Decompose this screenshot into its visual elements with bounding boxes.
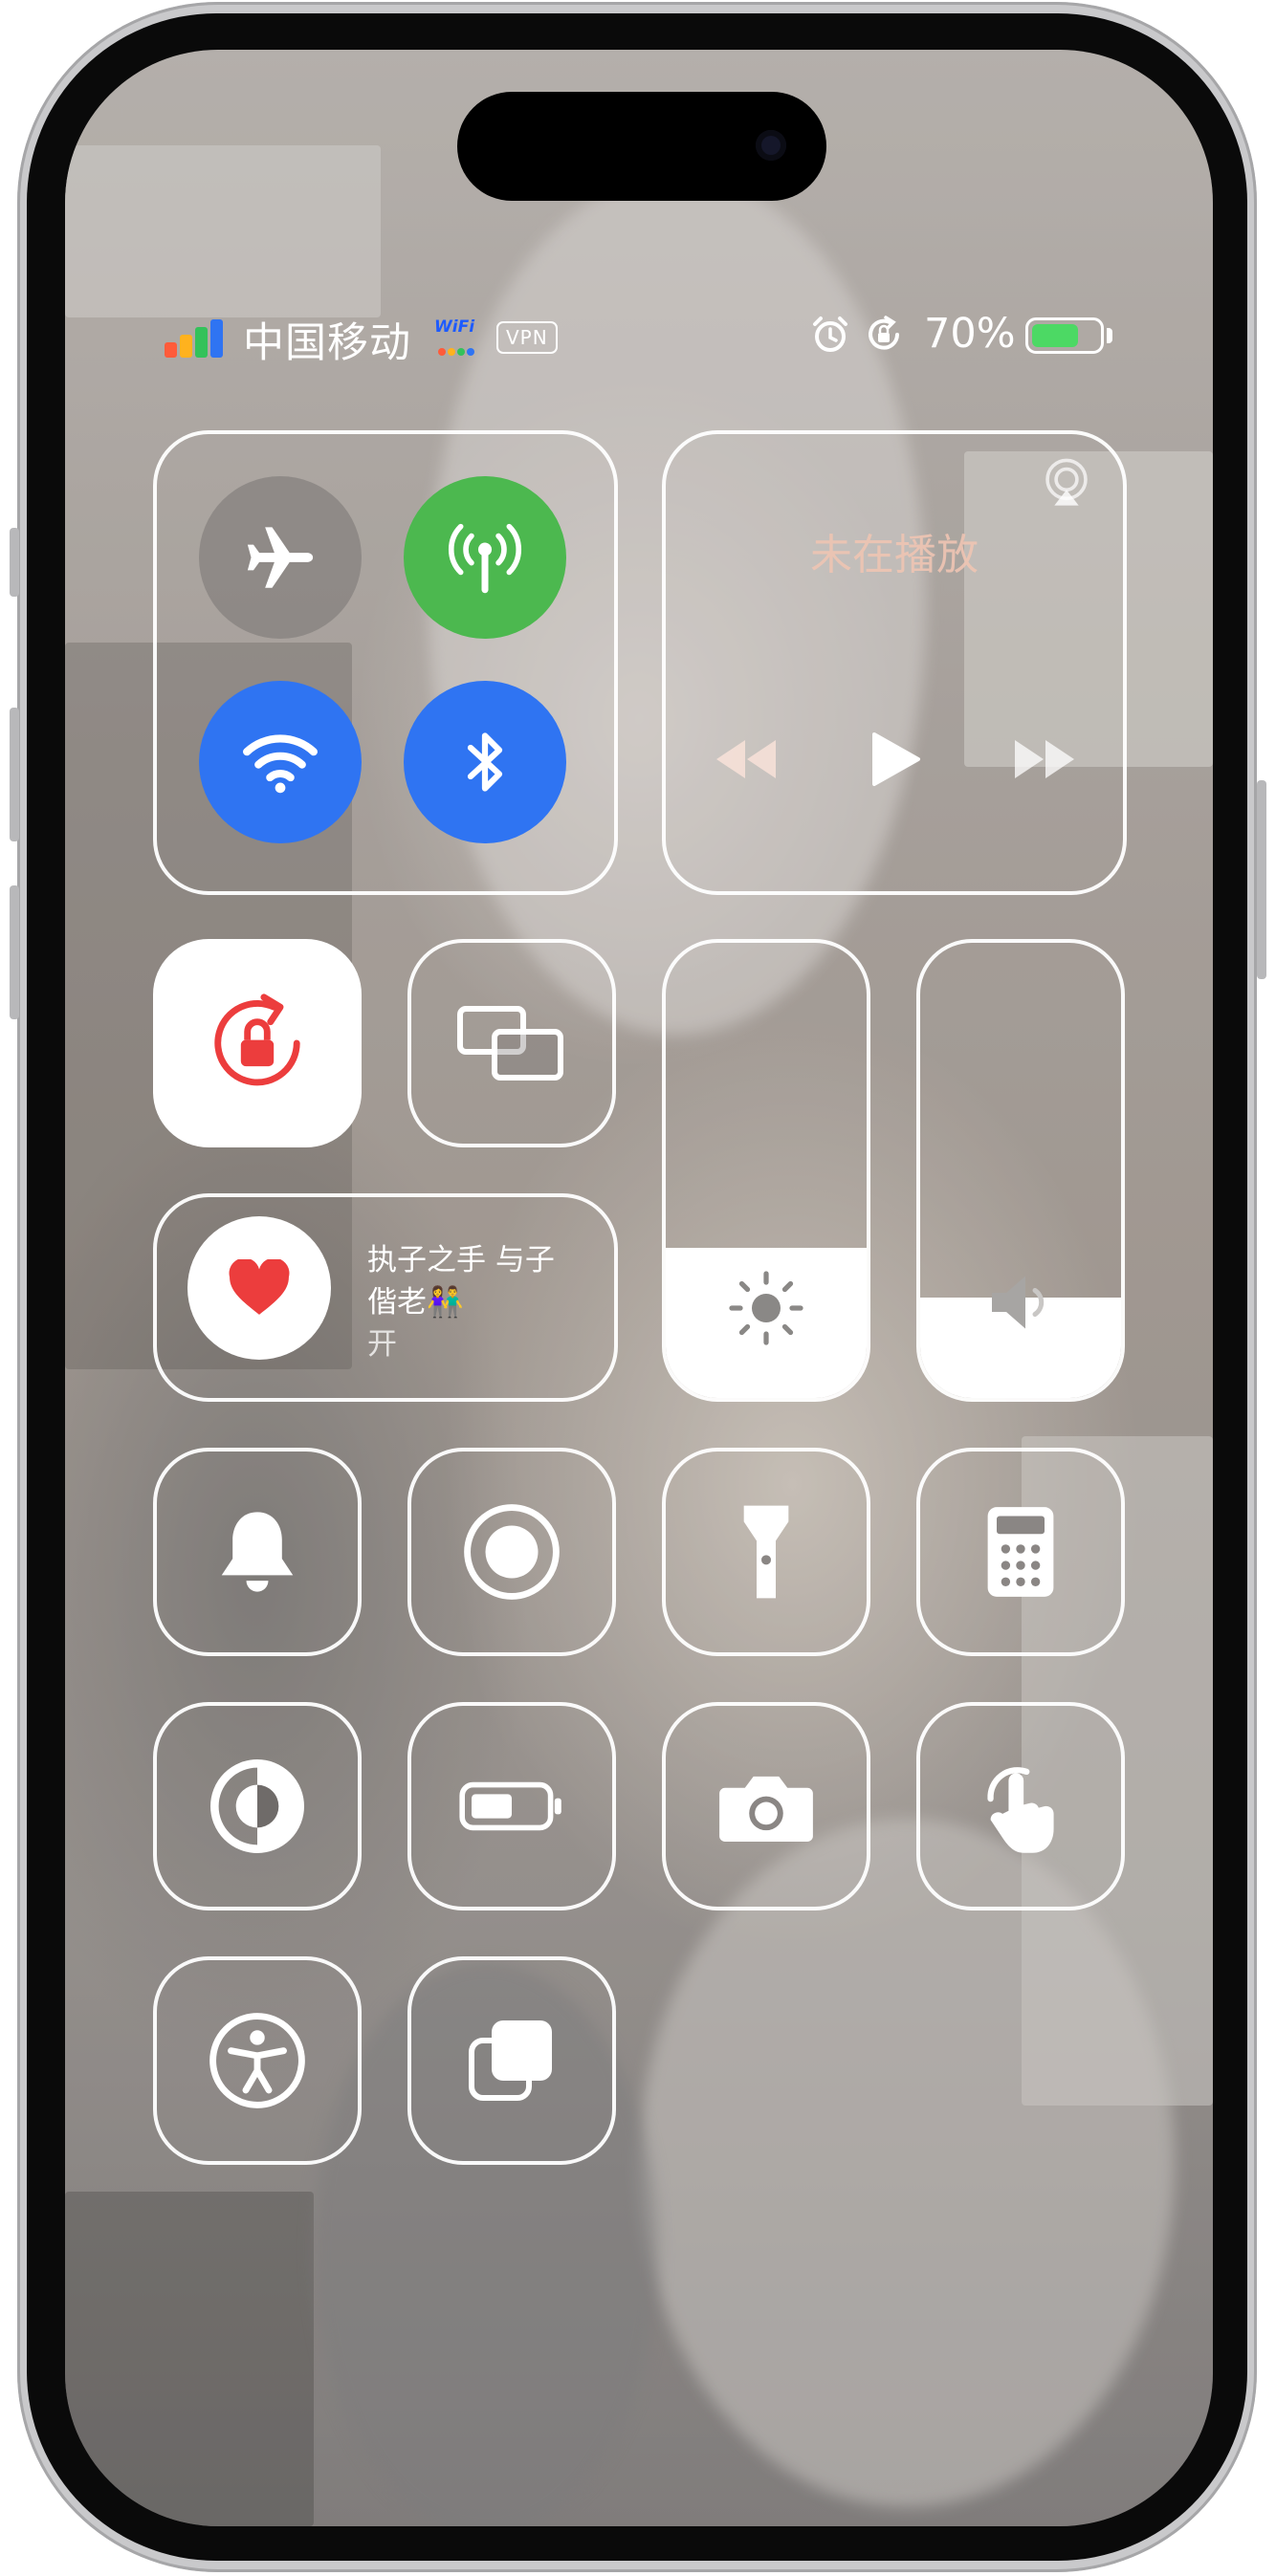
low-battery-icon [459,1781,561,1831]
battery-tip [1107,328,1112,343]
calculator-icon [987,1507,1054,1597]
focus-name: 执子之手 与子偕老👫 [367,1243,555,1320]
status-bar: 中国移动 WiFi VPN 70% [65,308,1213,367]
focus-state: 开 [367,1327,397,1362]
orientation-lock-icon [869,316,899,350]
brightness-slider[interactable] [662,939,870,1402]
volume-slider[interactable] [916,939,1125,1402]
orientation-lock-icon [214,993,300,1086]
airplane-mode-toggle[interactable] [199,476,362,639]
fast-forward-button[interactable] [1006,731,1083,788]
camera-button[interactable] [662,1702,870,1910]
rewind-icon [716,740,776,778]
camera-icon [719,1776,813,1843]
vpn-badge: VPN [496,321,558,354]
assistive-touch-button[interactable] [916,1702,1125,1910]
connectivity-module [153,430,618,895]
airplay-icon[interactable] [1039,455,1094,511]
bell-icon [221,1512,294,1592]
flashlight-icon [743,1505,789,1599]
now-playing-title: 未在播放 [810,531,979,579]
screen: 中国移动 WiFi VPN 70% 未在播放 执子之手 与子偕老👫 开 [65,50,1213,2526]
accessibility-button[interactable] [153,1956,362,2165]
wifi-toggle[interactable] [199,681,362,843]
low-power-mode-toggle[interactable] [407,1702,616,1910]
screen-mirroring-icon [457,1006,563,1081]
wifi-icon [243,734,318,794]
play-button[interactable] [857,731,934,788]
orientation-lock-toggle[interactable] [153,939,362,1147]
focus-icon-circle [187,1216,331,1360]
camera-lens-icon [756,130,786,161]
battery-level [1032,324,1078,347]
speaker-icon [992,1276,1045,1329]
hand-pointer-icon [987,1767,1054,1853]
flashlight-toggle[interactable] [662,1448,870,1656]
focus-tile[interactable]: 执子之手 与子偕老👫 开 [153,1193,618,1402]
wifi-calling-icon: WiFi [434,317,488,356]
stage-manager-button[interactable] [407,1956,616,2165]
signal-icon [165,319,237,358]
side-button[interactable] [1257,780,1266,979]
heart-icon [229,1259,290,1315]
alarm-icon [813,317,847,352]
airplane-icon [247,527,314,588]
dark-mode-icon [210,1759,304,1853]
calculator-button[interactable] [916,1448,1125,1656]
stage-manager-icon [469,2020,552,2101]
focus-label: 执子之手 与子偕老👫 开 [367,1239,559,1365]
cellular-antenna-icon [449,523,521,594]
action-button[interactable] [10,528,19,597]
battery-percentage: 70% [924,310,1016,358]
dark-mode-toggle[interactable] [153,1702,362,1910]
volume-down-button[interactable] [10,885,19,1019]
play-icon [872,732,920,786]
screen-recording-toggle[interactable] [407,1448,616,1656]
dynamic-island [457,92,826,201]
bluetooth-toggle[interactable] [404,681,566,843]
rewind-button[interactable] [708,731,784,788]
cellular-data-toggle[interactable] [404,476,566,639]
carrier-name: 中国移动 [243,319,411,367]
bluetooth-icon [467,732,503,792]
wifi-badge-label: WiFi [434,317,475,337]
volume-up-button[interactable] [10,708,19,841]
record-icon [464,1504,560,1600]
screen-mirroring-toggle[interactable] [407,939,616,1147]
silent-mode-toggle[interactable] [153,1448,362,1656]
sun-icon [729,1271,803,1345]
battery-icon [1025,317,1104,354]
now-playing-module[interactable]: 未在播放 [662,430,1127,895]
fast-forward-icon [1015,740,1074,778]
accessibility-icon [209,2013,305,2108]
